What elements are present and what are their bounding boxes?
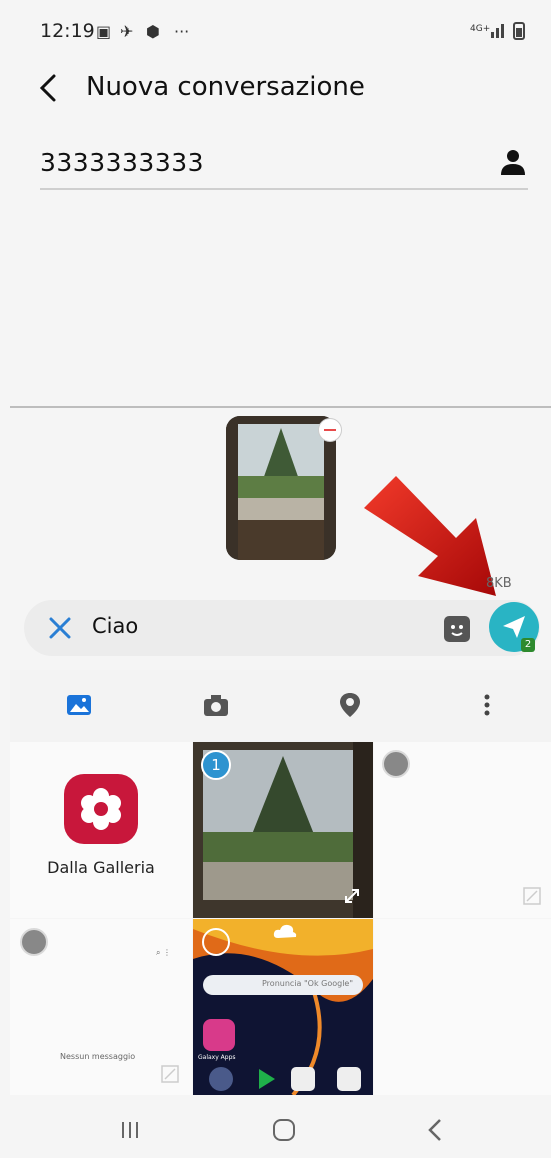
contact-icon[interactable]	[500, 148, 526, 176]
network-type-label: 4G+	[470, 24, 491, 34]
conversation-divider	[10, 406, 551, 408]
signal-icon	[491, 24, 504, 38]
gallery-notification-icon: ▣	[96, 22, 112, 41]
cloud-icon	[273, 924, 297, 938]
home-icon[interactable]	[270, 1116, 298, 1144]
message-input[interactable]: Ciao	[92, 614, 138, 638]
expand-icon[interactable]	[160, 1064, 180, 1084]
back-arrow-icon[interactable]	[34, 70, 64, 106]
battery-icon	[513, 22, 525, 40]
close-icon[interactable]	[46, 614, 74, 642]
select-circle[interactable]	[382, 750, 410, 778]
sim-badge: 2	[521, 638, 535, 652]
expand-icon[interactable]	[342, 886, 362, 906]
sticker-icon[interactable]	[444, 616, 470, 642]
status-bar: 12:19 ▣ ✈ ⬢ ··· 4G+	[0, 0, 551, 56]
search-hint: Pronuncia "Ok Google"	[262, 979, 354, 988]
page-title: Nuova conversazione	[86, 72, 365, 102]
location-icon[interactable]	[335, 690, 365, 720]
select-circle[interactable]	[20, 928, 48, 956]
red-arrow-annotation	[364, 476, 496, 596]
empty-cell	[374, 919, 551, 1095]
selected-count-badge[interactable]: 1	[201, 750, 231, 780]
call-notification-icon: ✈	[120, 22, 134, 41]
more-icon[interactable]	[472, 690, 502, 720]
attachment-thumbnail[interactable]	[226, 416, 336, 560]
gallery-app-icon[interactable]	[64, 774, 138, 844]
screenshot-text: Nessun messaggio	[60, 1052, 136, 1061]
remove-attachment-button[interactable]	[318, 418, 342, 442]
select-circle[interactable]	[202, 928, 230, 956]
nav-back-icon[interactable]	[424, 1116, 448, 1144]
app-label: Galaxy Apps	[198, 1054, 236, 1061]
more-notifications-icon: ···	[174, 22, 190, 41]
search-icon: ⌕ ⋮	[156, 948, 172, 957]
attachment-size: 8KB	[486, 576, 512, 591]
gallery-icon[interactable]	[64, 690, 94, 720]
camera-icon[interactable]	[201, 690, 231, 720]
shield-icon: ⬢	[146, 22, 160, 41]
attachment-photo	[226, 416, 336, 560]
gallery-label: Dalla Galleria	[47, 858, 155, 877]
status-time: 12:19	[40, 20, 95, 42]
expand-icon[interactable]	[522, 886, 542, 906]
recent-apps-icon[interactable]	[118, 1118, 142, 1142]
recipient-input[interactable]: 3333333333	[40, 148, 204, 177]
recipient-underline	[40, 188, 528, 190]
